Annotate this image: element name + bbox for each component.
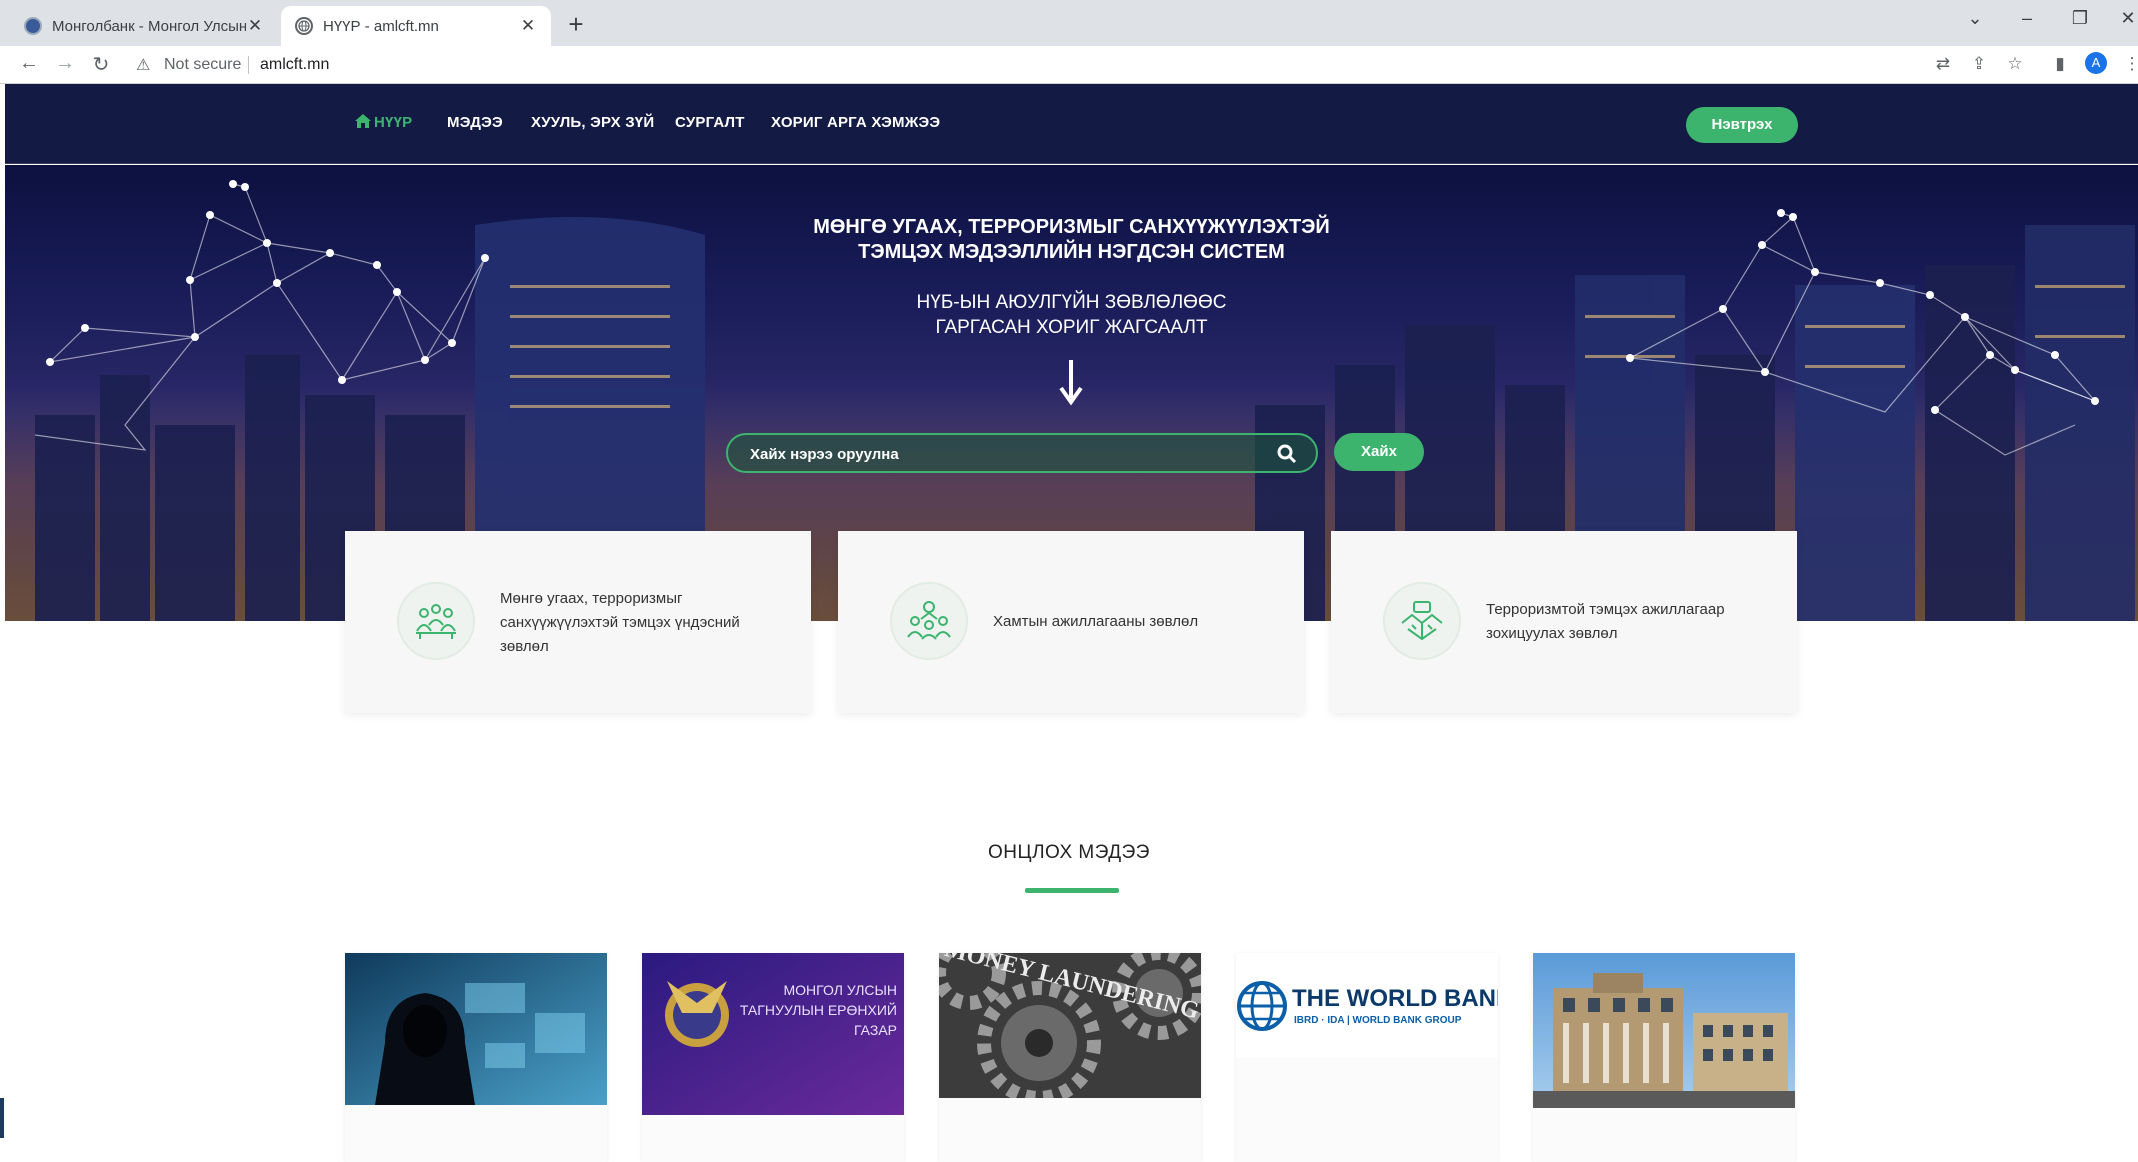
bookmark-star-icon[interactable]: ☆ (2003, 54, 2027, 74)
browser-tab-amlcft[interactable]: НҮҮР - amlcft.mn ✕ (281, 6, 551, 46)
hero-title-line1: МӨНГӨ УГААХ, ТЕРРОРИЗМЫГ САНХҮҮЖҮҮЛЭХТЭЙ (813, 216, 1330, 238)
divider (248, 56, 249, 74)
nav-item-home[interactable]: НҮҮР (355, 114, 412, 131)
browser-tab-bar: Монголбанк - Монгол Улсын Төв ✕ НҮҮР - a… (0, 0, 2138, 46)
card-national-council[interactable]: Мөнгө угаах, терроризмыг санхүүжүүлэхтэй… (345, 531, 811, 713)
address-bar: ← → ↻ ⚠ Not secure amlcft.mn ⇄ ⇪ ☆ ▮ ⋮ (0, 46, 2138, 84)
menu-kebab-icon[interactable]: ⋮ (2120, 54, 2138, 74)
council-people-icon (397, 582, 475, 660)
search-box (726, 433, 1318, 473)
site-header: НҮҮР МЭДЭЭ ХУУЛЬ, ЭРХ ЗҮЙ СУРГАЛТ ХОРИГ … (5, 84, 2138, 164)
section-underline (1025, 888, 1119, 893)
close-window-icon[interactable]: ✕ (2113, 8, 2138, 29)
tab-search-icon[interactable]: ⌄ (1960, 8, 1990, 29)
browser-tab-mongolbank[interactable]: Монголбанк - Монгол Улсын Төв ✕ (10, 6, 278, 46)
not-secure-label[interactable]: Not secure (164, 56, 241, 74)
mongolbank-favicon-icon (24, 17, 42, 35)
hero-title-line2: ТЭМЦЭХ МЭДЭЭЛЛИЙН НЭГДСЭН СИСТЕМ (858, 241, 1285, 263)
card-counter-terrorism[interactable]: Терроризмтой тэмцэх ажиллагаар зохицуула… (1331, 531, 1797, 713)
handshake-icon (1383, 582, 1461, 660)
news-card[interactable]: MONEY LAUNDERING (939, 953, 1201, 1162)
home-icon (355, 114, 371, 128)
share-icon[interactable]: ⇪ (1967, 54, 1991, 74)
hero-subtitle-line2[interactable]: ГАРГАСАН ХОРИГ ЖАГСААЛТ (5, 315, 2138, 340)
news-image-agency[interactable]: МОНГОЛ УЛСЫН ТАГНУУЛЫН ЕРӨНХИЙ ГАЗАР (642, 953, 904, 1115)
hero-subtitle-line1[interactable]: НҮБ-ЫН АЮУЛГҮЙН ЗӨВЛӨЛӨӨС (5, 290, 2138, 315)
search-input[interactable] (750, 443, 1250, 465)
nav-item-news[interactable]: МЭДЭЭ (447, 114, 503, 131)
card-text: Мөнгө угаах, терроризмыг санхүүжүүлэхтэй… (500, 590, 740, 655)
warning-icon[interactable]: ⚠ (136, 55, 150, 75)
nav-label: НҮҮР (374, 114, 413, 131)
nav-item-sanctions[interactable]: ХОРИГ АРГА ХЭМЖЭЭ (771, 114, 940, 131)
tab-title: НҮҮР - amlcft.mn (323, 17, 439, 35)
new-tab-button[interactable]: + (564, 10, 588, 38)
card-text: Терроризмтой тэмцэх ажиллагаар зохицуула… (1486, 601, 1725, 642)
globe-favicon-icon (295, 17, 313, 35)
tab-title: Монголбанк - Монгол Улсын Төв (52, 17, 246, 35)
world-bank-subtitle: IBRD · IDA | WORLD BANK GROUP (1294, 1015, 1462, 1026)
agency-line1: МОНГОЛ УЛСЫН (784, 982, 898, 998)
search-button[interactable]: Хайх (1334, 433, 1424, 471)
back-icon[interactable]: ← (16, 52, 42, 75)
left-edge-marker (0, 1098, 4, 1138)
news-image-money-laundering[interactable]: MONEY LAUNDERING (939, 953, 1201, 1098)
close-tab-icon[interactable]: ✕ (519, 16, 537, 36)
news-card[interactable] (1533, 953, 1795, 1162)
arrow-down-icon (1059, 360, 1083, 406)
login-button[interactable]: Нэвтрэх (1686, 107, 1798, 143)
restore-icon[interactable]: ❐ (2065, 8, 2095, 29)
news-card[interactable] (345, 953, 607, 1162)
forward-icon[interactable]: → (52, 52, 78, 75)
card-cooperation-council[interactable]: Хамтын ажиллагааны зөвлөл (838, 531, 1304, 713)
featured-news-title: ОНЦЛОХ МЭДЭЭ (988, 842, 1150, 863)
news-card[interactable]: МОНГОЛ УЛСЫН ТАГНУУЛЫН ЕРӨНХИЙ ГАЗАР (642, 953, 904, 1162)
profile-avatar[interactable]: A (2085, 52, 2107, 74)
close-tab-icon[interactable]: ✕ (246, 16, 264, 36)
side-panel-icon[interactable]: ▮ (2048, 54, 2072, 74)
nav-item-law[interactable]: ХУУЛЬ, ЭРХ ЗҮЙ (531, 114, 654, 131)
reload-icon[interactable]: ↻ (88, 52, 114, 77)
agency-line2: ТАГНУУЛЫН ЕРӨНХИЙ (740, 1001, 897, 1018)
world-bank-title: THE WORLD BANK (1292, 985, 1498, 1012)
search-icon[interactable] (1277, 444, 1297, 464)
url-field[interactable]: amlcft.mn (260, 56, 329, 74)
minimize-icon[interactable]: – (2012, 8, 2042, 29)
nav-item-training[interactable]: СУРГАЛТ (675, 114, 745, 131)
news-image-hacker[interactable] (345, 953, 607, 1105)
news-card[interactable]: THE WORLD BANK IBRD · IDA | WORLD BANK G… (1236, 953, 1498, 1162)
agency-line3: ГАЗАР (854, 1022, 897, 1038)
team-network-icon (890, 582, 968, 660)
card-text: Хамтын ажиллагааны зөвлөл (993, 613, 1199, 630)
news-image-world-bank[interactable]: THE WORLD BANK IBRD · IDA | WORLD BANK G… (1236, 953, 1498, 1058)
translate-icon[interactable]: ⇄ (1931, 54, 1955, 74)
news-image-building[interactable] (1533, 953, 1795, 1108)
